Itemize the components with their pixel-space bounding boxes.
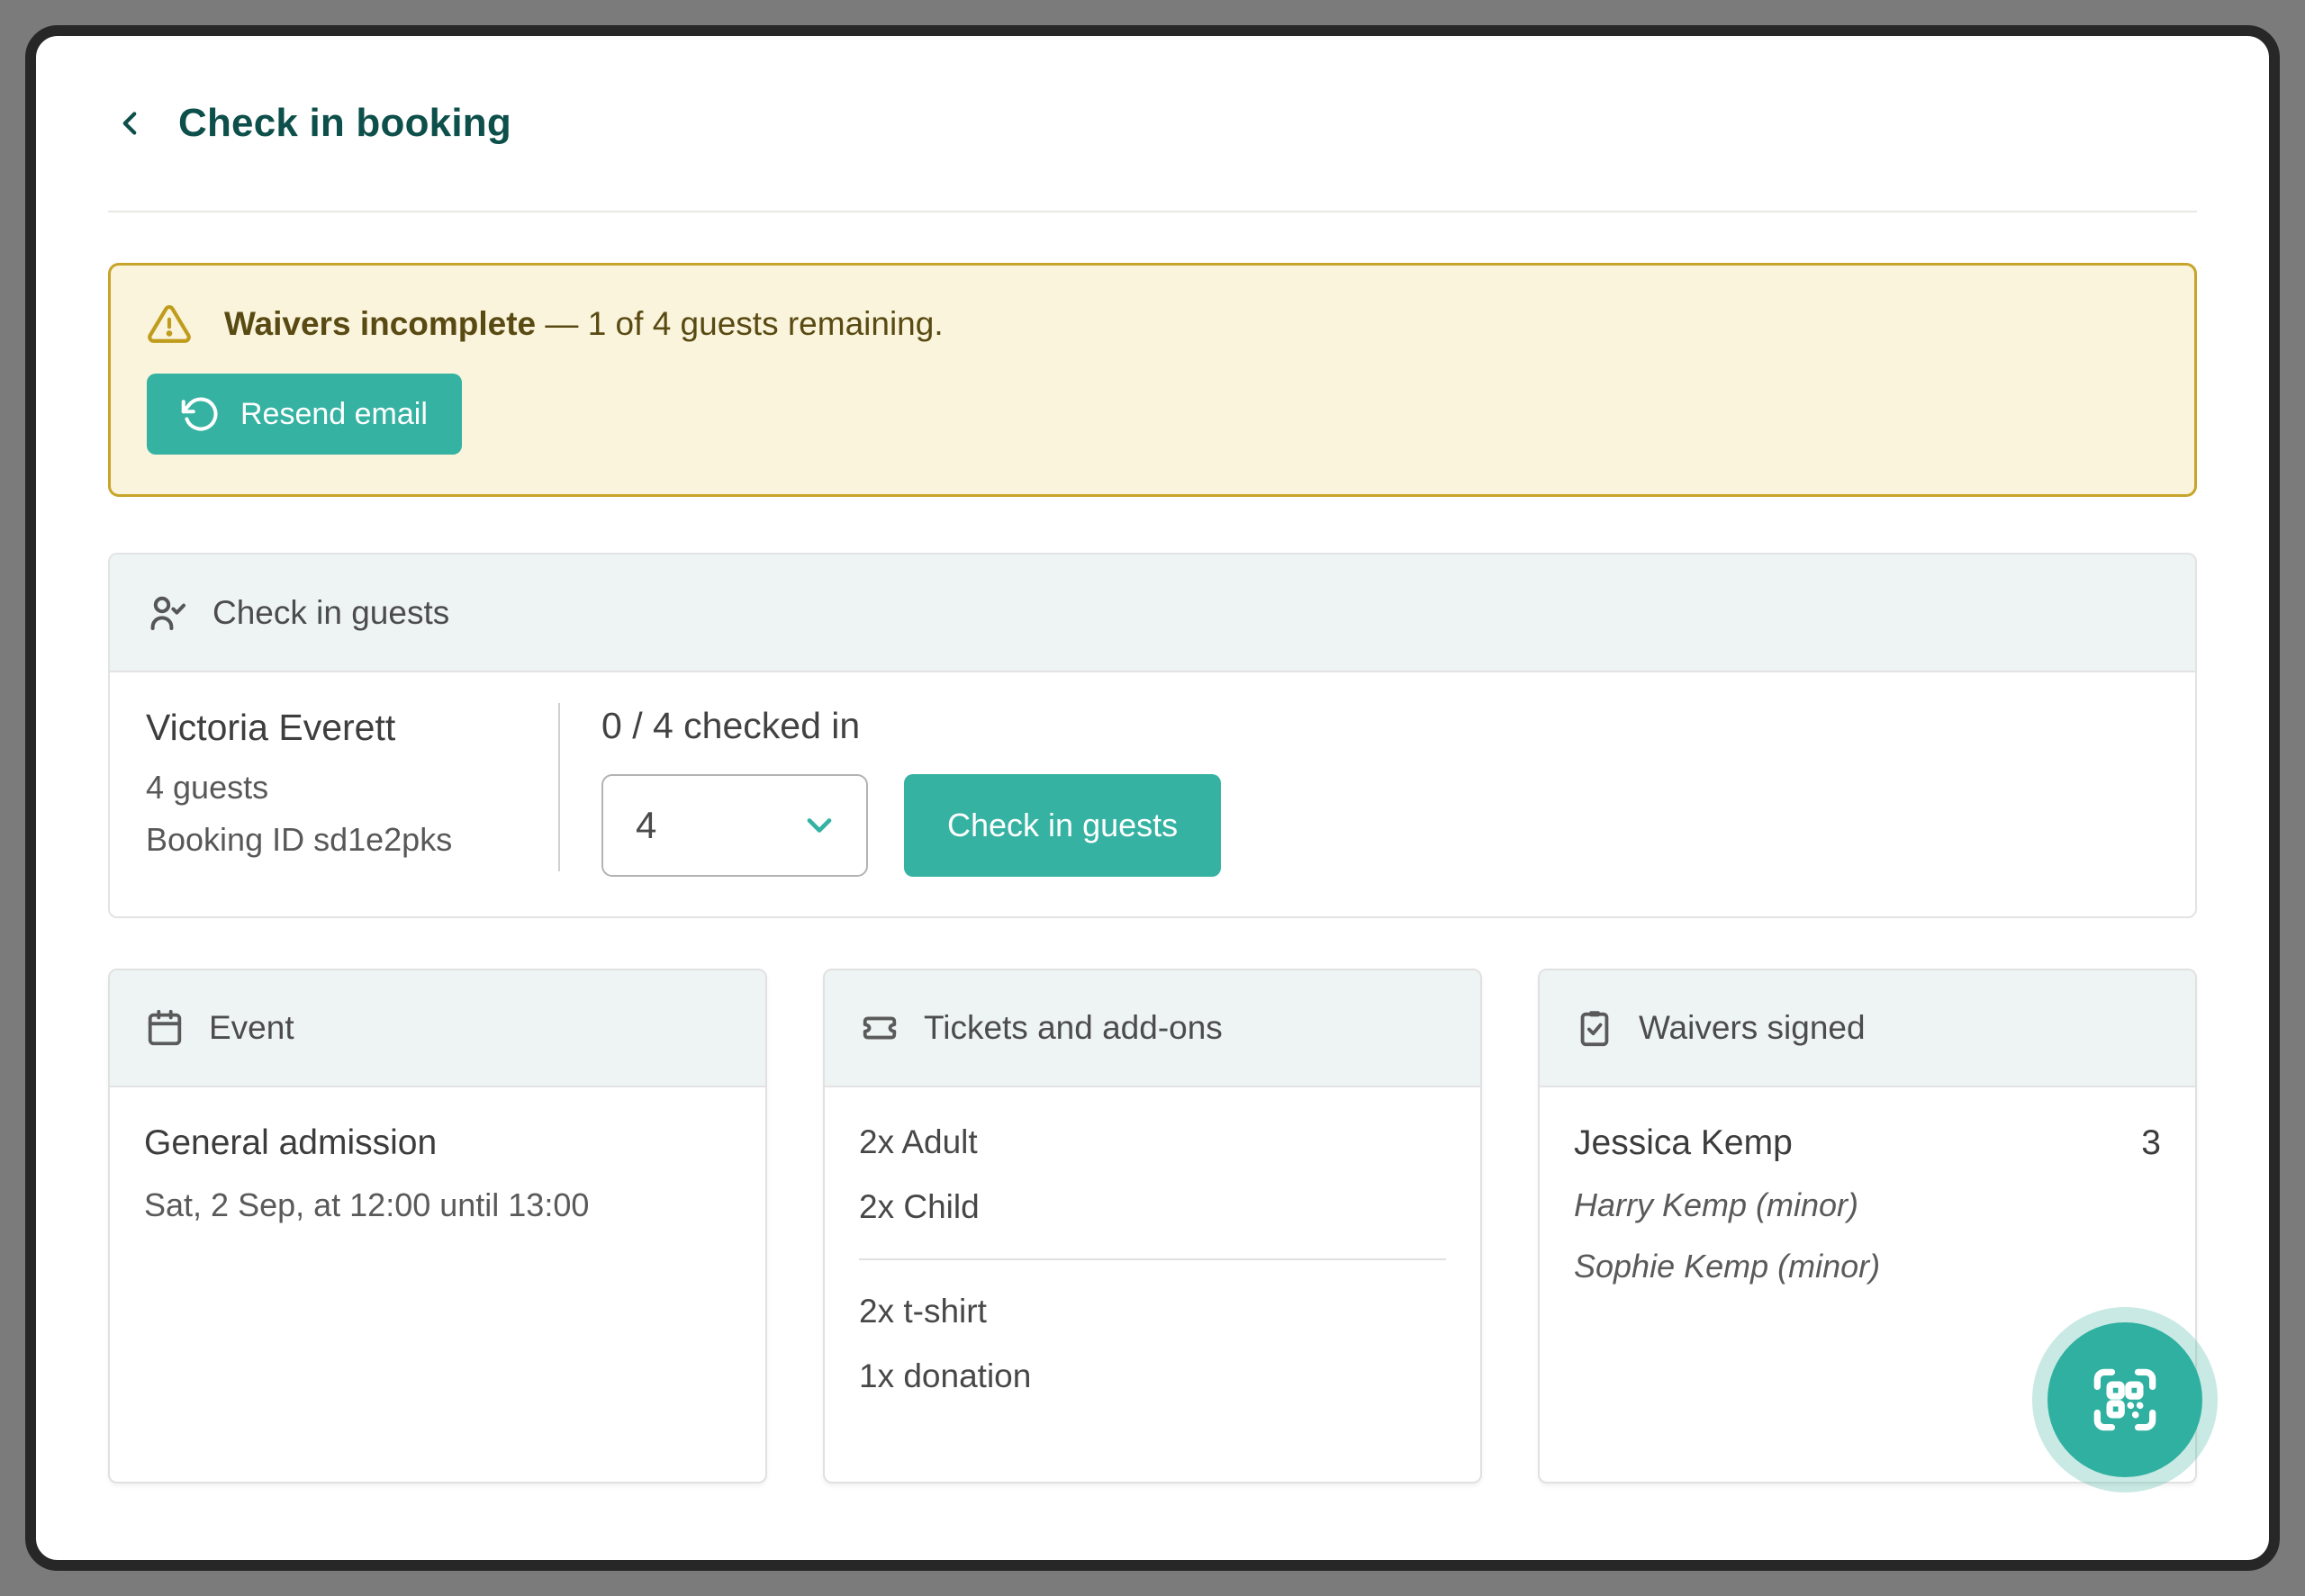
addon-line-item: 2x t-shirt xyxy=(859,1293,1446,1330)
guest-count-select-value: 4 xyxy=(636,804,656,847)
waivers-warning-banner: Waivers incomplete — 1 of 4 guests remai… xyxy=(108,263,2197,497)
event-card-header: Event xyxy=(110,970,765,1087)
event-datetime: Sat, 2 Sep, at 12:00 until 13:00 xyxy=(144,1186,731,1224)
waiver-count-badge: 3 xyxy=(2141,1123,2161,1163)
check-in-guests-header: Check in guests xyxy=(110,555,2195,672)
check-in-controls: 0 / 4 checked in 4 Check in guests xyxy=(560,698,1221,877)
page-title: Check in booking xyxy=(178,101,511,146)
tickets-card-header: Tickets and add-ons xyxy=(825,970,1480,1087)
guest-count-select[interactable]: 4 xyxy=(601,774,868,877)
chevron-left-icon xyxy=(111,104,149,142)
scan-qr-button[interactable] xyxy=(2047,1322,2202,1477)
booking-id: Booking ID sd1e2pks xyxy=(146,821,558,859)
event-name: General admission xyxy=(144,1123,731,1163)
ticket-line-item: 2x Child xyxy=(859,1188,1446,1226)
waiver-minor-name: Sophie Kemp (minor) xyxy=(1574,1248,2161,1285)
waivers-card-header-label: Waivers signed xyxy=(1639,1009,1866,1047)
check-in-guests-body: Victoria Everett 4 guests Booking ID sd1… xyxy=(110,672,2195,916)
tickets-addons-divider xyxy=(859,1258,1446,1260)
warning-message-rest: — 1 of 4 guests remaining. xyxy=(536,305,943,342)
resend-email-label: Resend email xyxy=(240,397,428,432)
booking-detail-cards: Event General admission Sat, 2 Sep, at 1… xyxy=(108,969,2197,1483)
check-in-guests-button[interactable]: Check in guests xyxy=(904,774,1221,877)
tickets-card-header-label: Tickets and add-ons xyxy=(924,1009,1223,1047)
clipboard-check-icon xyxy=(1574,1007,1615,1049)
warning-message: Waivers incomplete — 1 of 4 guests remai… xyxy=(224,305,944,343)
ticket-line-item: 2x Adult xyxy=(859,1123,1446,1161)
addon-line-item: 1x donation xyxy=(859,1357,1446,1395)
waivers-card-header: Waivers signed xyxy=(1540,970,2195,1087)
event-card-header-label: Event xyxy=(209,1009,294,1047)
header-divider xyxy=(108,211,2197,212)
check-in-booking-window: Check in booking Waivers incomplete — 1 … xyxy=(25,25,2280,1571)
resend-email-button[interactable]: Resend email xyxy=(147,374,462,455)
guest-count: 4 guests xyxy=(146,769,558,807)
resend-refresh-icon xyxy=(181,394,221,434)
calendar-icon xyxy=(144,1007,185,1049)
page-header: Check in booking xyxy=(108,101,2197,146)
guest-summary: Victoria Everett 4 guests Booking ID sd1… xyxy=(146,698,558,877)
ticket-icon xyxy=(859,1007,900,1049)
waiver-signer-name: Jessica Kemp xyxy=(1574,1123,1793,1163)
check-in-guests-panel: Check in guests Victoria Everett 4 guest… xyxy=(108,553,2197,918)
back-button[interactable] xyxy=(108,102,151,145)
event-card: Event General admission Sat, 2 Sep, at 1… xyxy=(108,969,767,1483)
tickets-card: Tickets and add-ons 2x Adult 2x Child 2x… xyxy=(823,969,1482,1483)
chevron-down-icon xyxy=(800,806,839,845)
warning-message-bold: Waivers incomplete xyxy=(224,305,536,342)
warning-triangle-icon xyxy=(147,302,192,347)
user-check-icon xyxy=(146,591,189,635)
guest-name: Victoria Everett xyxy=(146,707,558,749)
qr-scan-icon xyxy=(2084,1358,2166,1441)
waiver-minor-name: Harry Kemp (minor) xyxy=(1574,1186,2161,1224)
check-in-guests-header-label: Check in guests xyxy=(212,594,449,632)
checked-in-progress: 0 / 4 checked in xyxy=(601,705,1221,747)
